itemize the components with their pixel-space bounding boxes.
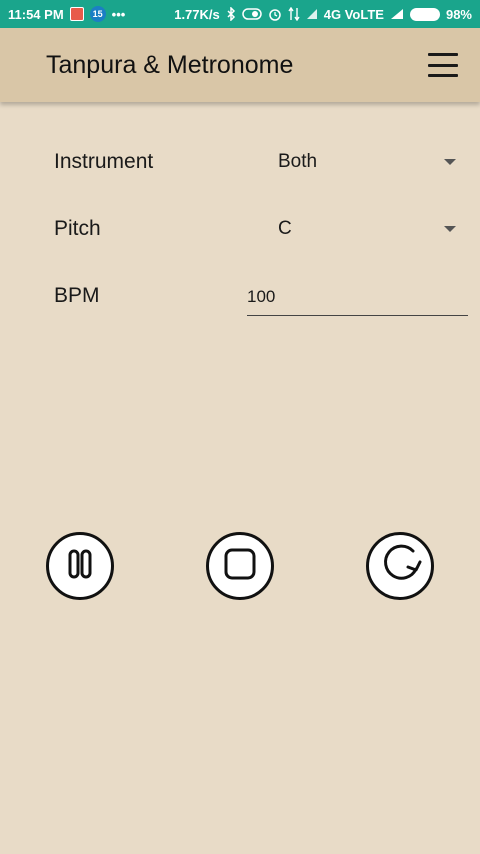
repeat-button[interactable] xyxy=(366,532,434,600)
pitch-value: C xyxy=(278,218,292,239)
status-bar: 11:54 PM 15 ••• 1.77K/s 4G VoLTE 98% xyxy=(0,0,480,28)
pitch-label: Pitch xyxy=(54,217,101,240)
bpm-row: BPM xyxy=(54,276,468,316)
signal-icon-1 xyxy=(306,8,318,20)
toggle-icon xyxy=(242,8,262,20)
more-notifications-icon: ••• xyxy=(111,6,126,22)
pitch-dropdown[interactable]: C xyxy=(278,209,468,249)
notification-badge: 15 xyxy=(89,6,106,22)
instrument-value: Both xyxy=(278,151,318,172)
bpm-label: BPM xyxy=(54,284,100,307)
bpm-input[interactable] xyxy=(247,276,468,316)
instrument-label: Instrument xyxy=(54,150,154,173)
data-transfer-icon xyxy=(288,7,300,21)
notification-app-icon xyxy=(69,7,84,21)
app-title: Tanpura & Metronome xyxy=(46,50,294,79)
bluetooth-icon xyxy=(226,7,236,21)
instrument-row: Instrument Both xyxy=(54,142,468,182)
network-speed: 1.77K/s xyxy=(174,6,220,22)
pause-icon xyxy=(63,547,97,586)
hamburger-menu-icon[interactable] xyxy=(428,53,458,77)
app-bar: Tanpura & Metronome xyxy=(0,28,480,102)
pitch-row: Pitch C xyxy=(54,209,468,249)
stop-button[interactable] xyxy=(206,532,274,600)
repeat-icon xyxy=(375,539,425,594)
stop-icon xyxy=(223,547,257,586)
status-time: 11:54 PM xyxy=(8,6,64,22)
pause-button[interactable] xyxy=(46,532,114,600)
dropdown-arrow-icon xyxy=(444,159,456,165)
battery-icon xyxy=(409,7,440,21)
alarm-icon xyxy=(268,7,282,21)
instrument-dropdown[interactable]: Both xyxy=(278,142,468,182)
battery-level: 98% xyxy=(445,6,472,22)
dropdown-arrow-icon xyxy=(444,226,456,232)
network-type: 4G VoLTE xyxy=(323,6,384,22)
signal-icon-2 xyxy=(390,8,404,20)
